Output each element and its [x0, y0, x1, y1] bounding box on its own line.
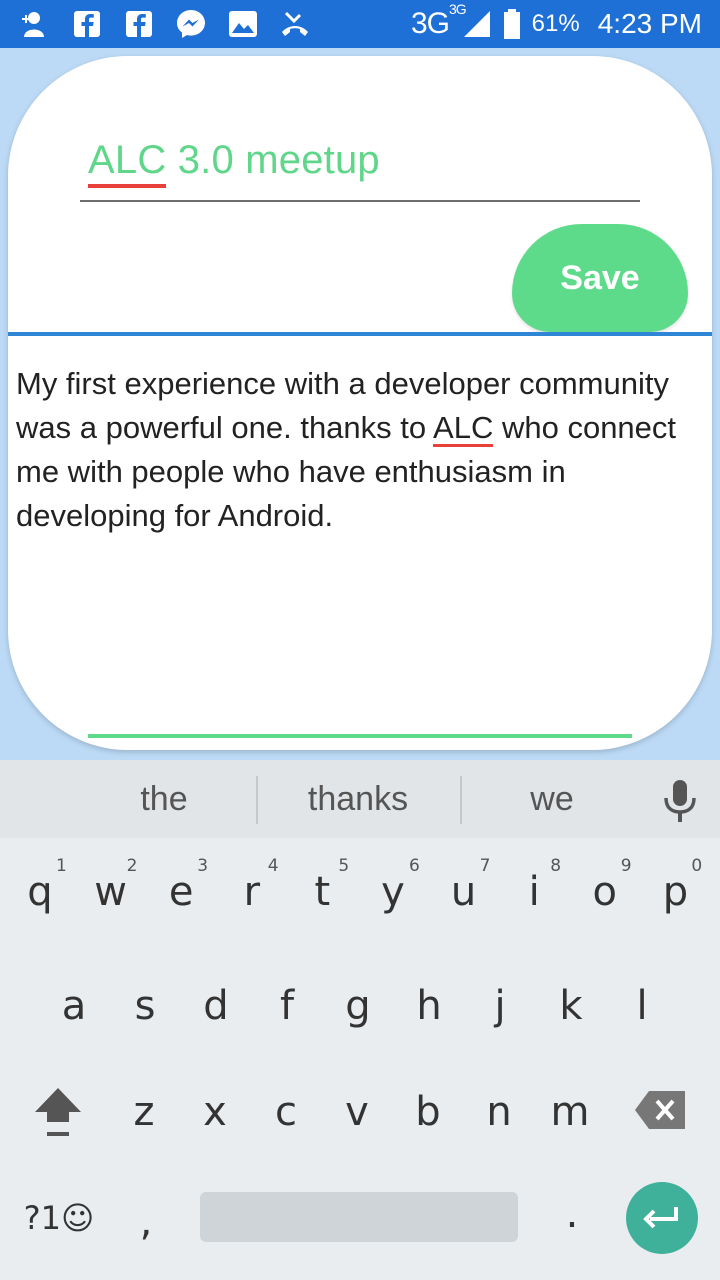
key-j[interactable]: j: [464, 966, 536, 1046]
misspelled-word: ALC: [433, 410, 494, 445]
missed-call-icon: [280, 9, 310, 39]
key-c[interactable]: c: [250, 1072, 322, 1152]
key-hint-4: 4: [267, 856, 279, 876]
key-hint-0: 0: [691, 856, 703, 876]
status-bar: 3G3G 61% 4:23 PM: [0, 0, 720, 48]
period-key[interactable]: .: [536, 1174, 608, 1254]
suggestion-3[interactable]: we: [454, 760, 650, 838]
key-hint-2: 2: [126, 856, 138, 876]
facebook-icon: [124, 9, 154, 39]
messenger-icon: [176, 9, 206, 39]
facebook-icon: [72, 9, 102, 39]
key-h[interactable]: h: [393, 966, 465, 1046]
network-type: 3G3G: [410, 1, 467, 40]
key-hint-6: 6: [409, 856, 420, 876]
space-bar[interactable]: [200, 1192, 518, 1242]
suggestion-1[interactable]: the: [66, 760, 262, 838]
key-m[interactable]: m: [534, 1072, 606, 1152]
key-hint-5: 5: [338, 856, 350, 876]
key-b[interactable]: b: [392, 1072, 464, 1152]
key-n[interactable]: n: [463, 1072, 535, 1152]
divider: [8, 332, 712, 336]
add-contact-icon: [20, 9, 50, 39]
key-hint-3: 3: [197, 856, 209, 876]
key-hint-1: 1: [56, 856, 67, 876]
key-f[interactable]: f: [251, 966, 323, 1046]
key-z[interactable]: z: [108, 1072, 180, 1152]
bottom-accent-line: [88, 734, 632, 738]
misspelled-word: ALC: [88, 138, 167, 182]
signal-icon: [462, 9, 492, 39]
key-d[interactable]: d: [180, 966, 252, 1046]
microphone-icon[interactable]: [660, 778, 700, 824]
clock: 4:23 PM: [597, 8, 702, 39]
symbols-key[interactable]: ?1☺: [14, 1178, 104, 1258]
key-k[interactable]: k: [535, 966, 607, 1046]
key-g[interactable]: g: [322, 966, 394, 1046]
battery-icon: [502, 9, 522, 39]
suggestion-2[interactable]: thanks: [260, 760, 456, 838]
note-card: ALC 3.0 meetup Save My first experience …: [8, 56, 712, 750]
key-hint-7: 7: [479, 856, 491, 876]
comma-key[interactable]: ,: [110, 1182, 182, 1262]
title-input[interactable]: ALC 3.0 meetup: [80, 136, 640, 202]
key-s[interactable]: s: [109, 966, 181, 1046]
image-icon: [228, 9, 258, 39]
suggestion-strip: the thanks we: [0, 760, 720, 838]
key-a[interactable]: a: [38, 966, 110, 1046]
shift-key[interactable]: [22, 1070, 94, 1156]
save-button[interactable]: Save: [512, 224, 688, 332]
suggestion-divider: [256, 776, 258, 824]
key-v[interactable]: v: [321, 1072, 393, 1152]
key-hint-8: 8: [550, 856, 562, 876]
backspace-key[interactable]: [628, 1070, 692, 1150]
title-text: ALC 3.0 meetup: [88, 138, 380, 183]
title-text-rest: 3.0 meetup: [166, 138, 380, 182]
soft-keyboard: the thanks we q1w2e3r4t5y6u7i8o9p0asdfgh…: [0, 760, 720, 1280]
key-hint-9: 9: [620, 856, 632, 876]
key-x[interactable]: x: [179, 1072, 251, 1152]
key-l[interactable]: l: [606, 966, 678, 1046]
enter-key[interactable]: [626, 1182, 698, 1254]
body-input[interactable]: My first experience with a developer com…: [16, 362, 706, 538]
battery-percent: 61%: [531, 10, 580, 37]
